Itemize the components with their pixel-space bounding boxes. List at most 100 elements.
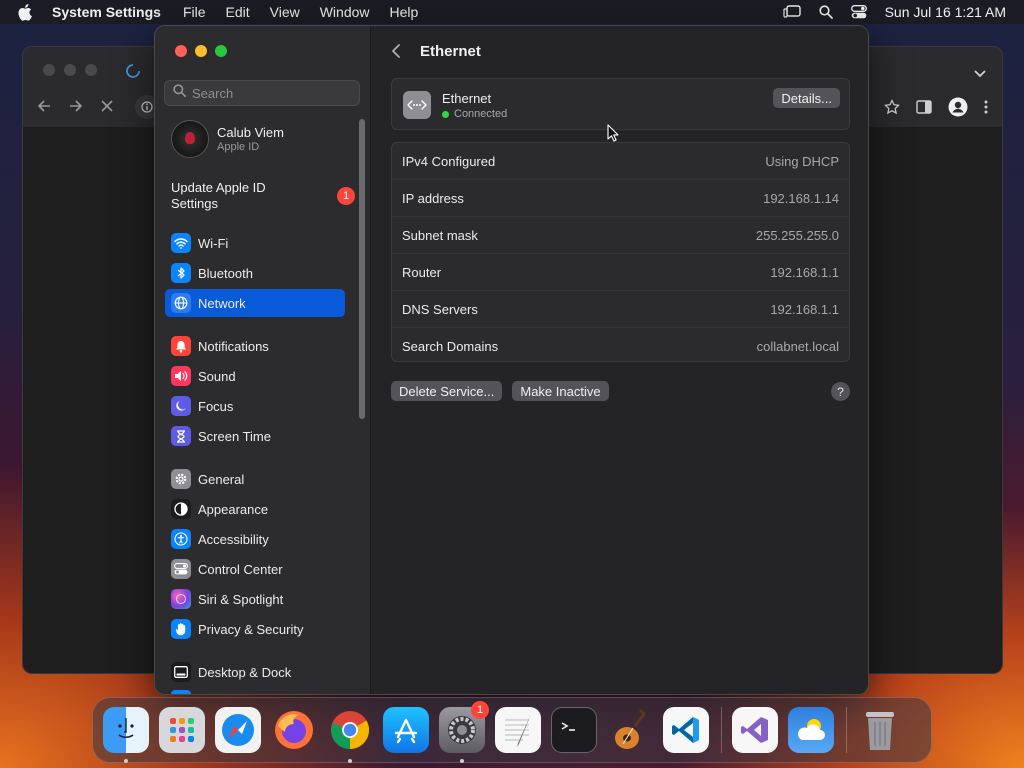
finder-icon[interactable]	[103, 707, 149, 763]
sidebar-item-label: Sound	[198, 368, 236, 384]
menu-file[interactable]: File	[183, 4, 206, 20]
row-value: collabnet.local	[756, 339, 839, 354]
update-apple-id-label: Update Apple ID Settings	[171, 180, 266, 211]
menu-window[interactable]: Window	[320, 4, 370, 20]
menu-bar: System Settings File Edit View Window He…	[0, 0, 1024, 24]
delete-service-button[interactable]: Delete Service...	[391, 381, 503, 401]
browser-right-tools	[883, 97, 988, 122]
apple-id-profile[interactable]: Calub Viem Apple ID	[171, 120, 284, 158]
info-row-search-domains: Search Domains collabnet.local	[392, 328, 849, 365]
sidebar-item-screen-time[interactable]: Screen Time	[165, 422, 345, 450]
side-panel-icon[interactable]	[916, 100, 932, 119]
app-store-icon[interactable]	[383, 707, 429, 753]
terminal-icon[interactable]	[551, 707, 597, 753]
zoom-window-button[interactable]	[215, 45, 227, 57]
row-value: 192.168.1.1	[770, 301, 839, 317]
stop-loading-icon[interactable]	[101, 99, 113, 118]
safari-icon[interactable]	[215, 707, 261, 753]
forward-arrow-icon[interactable]	[69, 99, 83, 118]
chrome-icon[interactable]	[327, 707, 373, 763]
row-label: Subnet mask	[402, 227, 478, 243]
visual-studio-icon[interactable]	[732, 707, 778, 753]
trash-icon[interactable]	[857, 707, 903, 753]
menu-help[interactable]: Help	[390, 4, 419, 20]
row-label: Search Domains	[402, 339, 499, 354]
back-arrow-icon[interactable]	[37, 99, 51, 118]
status-dot-icon	[442, 110, 449, 118]
sidebar-item-wifi[interactable]: Wi-Fi	[165, 229, 345, 257]
sidebar-item-focus[interactable]: Focus	[165, 392, 345, 420]
profile-subtitle: Apple ID	[217, 141, 260, 153]
dock-separator	[721, 707, 722, 753]
close-window-button[interactable]	[175, 45, 187, 57]
system-settings-badge: 1	[471, 701, 489, 719]
menubar-clock[interactable]: Sun Jul 16 1:21 AM	[885, 4, 1006, 20]
firefox-icon[interactable]	[271, 707, 317, 753]
sidebar-item-accessibility[interactable]: Accessibility	[165, 525, 345, 553]
row-label: DNS Servers	[402, 301, 478, 317]
update-apple-id-settings[interactable]: Update Apple ID Settings 1	[171, 180, 355, 212]
sidebar-item-notifications[interactable]: Notifications	[165, 332, 345, 360]
sidebar-item-label: Accessibility	[198, 531, 269, 547]
sidebar-item-control-center[interactable]: Control Center	[165, 555, 345, 583]
menu-edit[interactable]: Edit	[226, 4, 250, 20]
sidebar-item-bluetooth[interactable]: Bluetooth	[165, 259, 345, 287]
back-chevron-icon[interactable]	[391, 43, 401, 64]
moon-icon	[171, 396, 191, 416]
sidebar-item-label: Desktop & Dock	[198, 664, 292, 680]
ethernet-service-card: Ethernet Connected Details...	[391, 78, 850, 130]
hourglass-icon	[171, 426, 191, 446]
system-settings-icon[interactable]: 1	[439, 701, 489, 763]
ethernet-icon	[403, 91, 431, 119]
info-row-ip-address: IP address 192.168.1.14	[392, 180, 849, 217]
apple-menu-icon[interactable]	[18, 3, 38, 21]
spotlight-search-icon[interactable]	[818, 5, 833, 19]
minimize-window-button[interactable]	[195, 45, 207, 57]
sidebar-item-general[interactable]: General	[165, 465, 345, 493]
sidebar-item-label: Privacy & Security	[198, 621, 304, 637]
window-traffic-lights	[175, 45, 227, 57]
bookmark-star-icon[interactable]	[883, 98, 901, 120]
status-label: Connected	[454, 108, 508, 120]
sidebar-item-siri-spotlight[interactable]: Siri & Spotlight	[165, 585, 345, 613]
search-icon	[173, 84, 186, 102]
make-inactive-button[interactable]: Make Inactive	[512, 381, 609, 401]
sidebar-item-label: Focus	[198, 398, 234, 414]
control-center-icon[interactable]	[850, 5, 867, 19]
textedit-icon[interactable]	[495, 707, 541, 753]
siri-icon	[171, 589, 191, 609]
sidebar-item-privacy-security[interactable]: Privacy & Security	[165, 615, 345, 643]
launchpad-icon[interactable]	[159, 707, 205, 753]
sidebar-item-desktop-dock[interactable]: Desktop & Dock	[165, 658, 345, 686]
chevron-down-icon[interactable]	[974, 65, 986, 83]
row-value[interactable]: Using DHCP	[765, 154, 839, 169]
sidebar-item-label: Control Center	[198, 561, 283, 577]
profile-icon[interactable]	[948, 97, 968, 122]
weather-icon[interactable]	[788, 707, 834, 753]
page-title: Ethernet	[420, 43, 481, 60]
sidebar-item-label: Wi-Fi	[198, 235, 229, 251]
accessibility-icon	[171, 529, 191, 549]
row-label: IP address	[402, 190, 464, 206]
sidebar-search[interactable]	[164, 80, 360, 106]
help-button[interactable]: ?	[831, 382, 850, 401]
sidebar-item-network[interactable]: Network	[165, 289, 345, 317]
main-pane: Ethernet Ethernet Connected Details... I…	[371, 26, 868, 694]
sidebar-item-sound[interactable]: Sound	[165, 362, 345, 390]
app-name-menu[interactable]: System Settings	[52, 4, 161, 20]
garageband-icon[interactable]	[607, 707, 653, 753]
row-value: 192.168.1.1	[770, 264, 839, 280]
title-bar: Ethernet	[371, 26, 868, 76]
stage-manager-icon[interactable]	[782, 5, 801, 19]
search-input[interactable]	[192, 85, 352, 101]
more-menu-icon[interactable]	[984, 100, 988, 119]
details-button[interactable]: Details...	[773, 88, 840, 108]
appearance-icon	[171, 499, 191, 519]
menu-view[interactable]: View	[270, 4, 300, 20]
sidebar-item-label: Network	[198, 295, 246, 311]
sidebar-scrollbar[interactable]	[359, 119, 365, 419]
vscode-icon[interactable]	[663, 707, 709, 753]
globe-icon	[171, 293, 191, 313]
connection-status: Connected	[442, 108, 507, 120]
sidebar-item-appearance[interactable]: Appearance	[165, 495, 345, 523]
